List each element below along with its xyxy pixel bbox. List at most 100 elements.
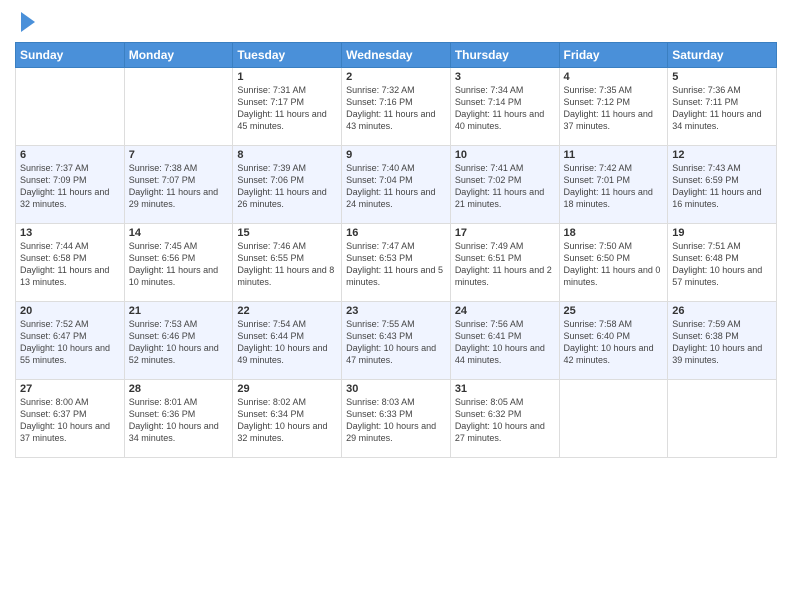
day-number: 28	[129, 383, 229, 395]
day-number: 29	[237, 383, 337, 395]
calendar-cell: 5Sunrise: 7:36 AMSunset: 7:11 PMDaylight…	[668, 68, 777, 146]
day-info: Sunrise: 7:44 AMSunset: 6:58 PMDaylight:…	[20, 240, 120, 289]
calendar-table: SundayMondayTuesdayWednesdayThursdayFrid…	[15, 42, 777, 458]
day-info: Sunrise: 7:43 AMSunset: 6:59 PMDaylight:…	[672, 162, 772, 211]
day-number: 21	[129, 305, 229, 317]
calendar-cell: 9Sunrise: 7:40 AMSunset: 7:04 PMDaylight…	[342, 146, 451, 224]
calendar-cell: 24Sunrise: 7:56 AMSunset: 6:41 PMDayligh…	[450, 302, 559, 380]
calendar-cell: 23Sunrise: 7:55 AMSunset: 6:43 PMDayligh…	[342, 302, 451, 380]
day-number: 25	[564, 305, 664, 317]
calendar-cell: 13Sunrise: 7:44 AMSunset: 6:58 PMDayligh…	[16, 224, 125, 302]
week-row-3: 13Sunrise: 7:44 AMSunset: 6:58 PMDayligh…	[16, 224, 777, 302]
week-row-5: 27Sunrise: 8:00 AMSunset: 6:37 PMDayligh…	[16, 380, 777, 458]
day-number: 14	[129, 227, 229, 239]
header-row: SundayMondayTuesdayWednesdayThursdayFrid…	[16, 43, 777, 68]
calendar-cell: 7Sunrise: 7:38 AMSunset: 7:07 PMDaylight…	[124, 146, 233, 224]
day-info: Sunrise: 7:32 AMSunset: 7:16 PMDaylight:…	[346, 84, 446, 133]
day-info: Sunrise: 8:03 AMSunset: 6:33 PMDaylight:…	[346, 396, 446, 445]
day-info: Sunrise: 7:35 AMSunset: 7:12 PMDaylight:…	[564, 84, 664, 133]
calendar-cell: 15Sunrise: 7:46 AMSunset: 6:55 PMDayligh…	[233, 224, 342, 302]
day-number: 23	[346, 305, 446, 317]
day-number: 30	[346, 383, 446, 395]
day-info: Sunrise: 7:47 AMSunset: 6:53 PMDaylight:…	[346, 240, 446, 289]
header	[15, 10, 777, 34]
day-header-tuesday: Tuesday	[233, 43, 342, 68]
day-info: Sunrise: 7:49 AMSunset: 6:51 PMDaylight:…	[455, 240, 555, 289]
calendar-cell: 11Sunrise: 7:42 AMSunset: 7:01 PMDayligh…	[559, 146, 668, 224]
calendar-cell	[668, 380, 777, 458]
week-row-2: 6Sunrise: 7:37 AMSunset: 7:09 PMDaylight…	[16, 146, 777, 224]
calendar-cell: 20Sunrise: 7:52 AMSunset: 6:47 PMDayligh…	[16, 302, 125, 380]
day-info: Sunrise: 7:34 AMSunset: 7:14 PMDaylight:…	[455, 84, 555, 133]
day-info: Sunrise: 7:37 AMSunset: 7:09 PMDaylight:…	[20, 162, 120, 211]
calendar-cell	[124, 68, 233, 146]
calendar-cell: 22Sunrise: 7:54 AMSunset: 6:44 PMDayligh…	[233, 302, 342, 380]
logo	[15, 10, 37, 34]
day-number: 13	[20, 227, 120, 239]
day-info: Sunrise: 7:54 AMSunset: 6:44 PMDaylight:…	[237, 318, 337, 367]
calendar-cell: 17Sunrise: 7:49 AMSunset: 6:51 PMDayligh…	[450, 224, 559, 302]
day-header-monday: Monday	[124, 43, 233, 68]
calendar-cell: 19Sunrise: 7:51 AMSunset: 6:48 PMDayligh…	[668, 224, 777, 302]
calendar-cell	[16, 68, 125, 146]
calendar-cell: 29Sunrise: 8:02 AMSunset: 6:34 PMDayligh…	[233, 380, 342, 458]
day-info: Sunrise: 7:51 AMSunset: 6:48 PMDaylight:…	[672, 240, 772, 289]
logo-icon	[17, 10, 37, 34]
day-number: 1	[237, 71, 337, 83]
day-number: 11	[564, 149, 664, 161]
day-info: Sunrise: 7:41 AMSunset: 7:02 PMDaylight:…	[455, 162, 555, 211]
day-number: 10	[455, 149, 555, 161]
calendar-cell: 25Sunrise: 7:58 AMSunset: 6:40 PMDayligh…	[559, 302, 668, 380]
day-number: 15	[237, 227, 337, 239]
day-number: 19	[672, 227, 772, 239]
day-info: Sunrise: 7:55 AMSunset: 6:43 PMDaylight:…	[346, 318, 446, 367]
calendar-cell: 2Sunrise: 7:32 AMSunset: 7:16 PMDaylight…	[342, 68, 451, 146]
calendar-cell: 6Sunrise: 7:37 AMSunset: 7:09 PMDaylight…	[16, 146, 125, 224]
day-number: 20	[20, 305, 120, 317]
day-info: Sunrise: 7:31 AMSunset: 7:17 PMDaylight:…	[237, 84, 337, 133]
calendar-cell: 21Sunrise: 7:53 AMSunset: 6:46 PMDayligh…	[124, 302, 233, 380]
day-number: 22	[237, 305, 337, 317]
day-header-saturday: Saturday	[668, 43, 777, 68]
calendar-cell: 1Sunrise: 7:31 AMSunset: 7:17 PMDaylight…	[233, 68, 342, 146]
day-number: 8	[237, 149, 337, 161]
day-number: 27	[20, 383, 120, 395]
day-number: 12	[672, 149, 772, 161]
day-number: 9	[346, 149, 446, 161]
day-header-friday: Friday	[559, 43, 668, 68]
day-number: 24	[455, 305, 555, 317]
day-number: 7	[129, 149, 229, 161]
day-info: Sunrise: 8:05 AMSunset: 6:32 PMDaylight:…	[455, 396, 555, 445]
day-header-sunday: Sunday	[16, 43, 125, 68]
day-number: 5	[672, 71, 772, 83]
calendar-cell: 10Sunrise: 7:41 AMSunset: 7:02 PMDayligh…	[450, 146, 559, 224]
day-info: Sunrise: 8:01 AMSunset: 6:36 PMDaylight:…	[129, 396, 229, 445]
calendar-cell: 16Sunrise: 7:47 AMSunset: 6:53 PMDayligh…	[342, 224, 451, 302]
calendar-cell: 14Sunrise: 7:45 AMSunset: 6:56 PMDayligh…	[124, 224, 233, 302]
day-number: 26	[672, 305, 772, 317]
calendar-cell: 27Sunrise: 8:00 AMSunset: 6:37 PMDayligh…	[16, 380, 125, 458]
day-number: 2	[346, 71, 446, 83]
calendar-cell: 18Sunrise: 7:50 AMSunset: 6:50 PMDayligh…	[559, 224, 668, 302]
day-number: 31	[455, 383, 555, 395]
page: SundayMondayTuesdayWednesdayThursdayFrid…	[0, 0, 792, 612]
day-info: Sunrise: 7:46 AMSunset: 6:55 PMDaylight:…	[237, 240, 337, 289]
calendar-cell: 31Sunrise: 8:05 AMSunset: 6:32 PMDayligh…	[450, 380, 559, 458]
day-number: 16	[346, 227, 446, 239]
day-info: Sunrise: 7:50 AMSunset: 6:50 PMDaylight:…	[564, 240, 664, 289]
calendar-cell	[559, 380, 668, 458]
calendar-cell: 3Sunrise: 7:34 AMSunset: 7:14 PMDaylight…	[450, 68, 559, 146]
calendar-cell: 4Sunrise: 7:35 AMSunset: 7:12 PMDaylight…	[559, 68, 668, 146]
day-info: Sunrise: 8:02 AMSunset: 6:34 PMDaylight:…	[237, 396, 337, 445]
day-header-thursday: Thursday	[450, 43, 559, 68]
day-number: 18	[564, 227, 664, 239]
calendar-cell: 8Sunrise: 7:39 AMSunset: 7:06 PMDaylight…	[233, 146, 342, 224]
day-header-wednesday: Wednesday	[342, 43, 451, 68]
day-info: Sunrise: 7:40 AMSunset: 7:04 PMDaylight:…	[346, 162, 446, 211]
day-info: Sunrise: 7:59 AMSunset: 6:38 PMDaylight:…	[672, 318, 772, 367]
day-info: Sunrise: 7:39 AMSunset: 7:06 PMDaylight:…	[237, 162, 337, 211]
day-info: Sunrise: 7:38 AMSunset: 7:07 PMDaylight:…	[129, 162, 229, 211]
calendar-cell: 28Sunrise: 8:01 AMSunset: 6:36 PMDayligh…	[124, 380, 233, 458]
day-number: 4	[564, 71, 664, 83]
day-info: Sunrise: 8:00 AMSunset: 6:37 PMDaylight:…	[20, 396, 120, 445]
